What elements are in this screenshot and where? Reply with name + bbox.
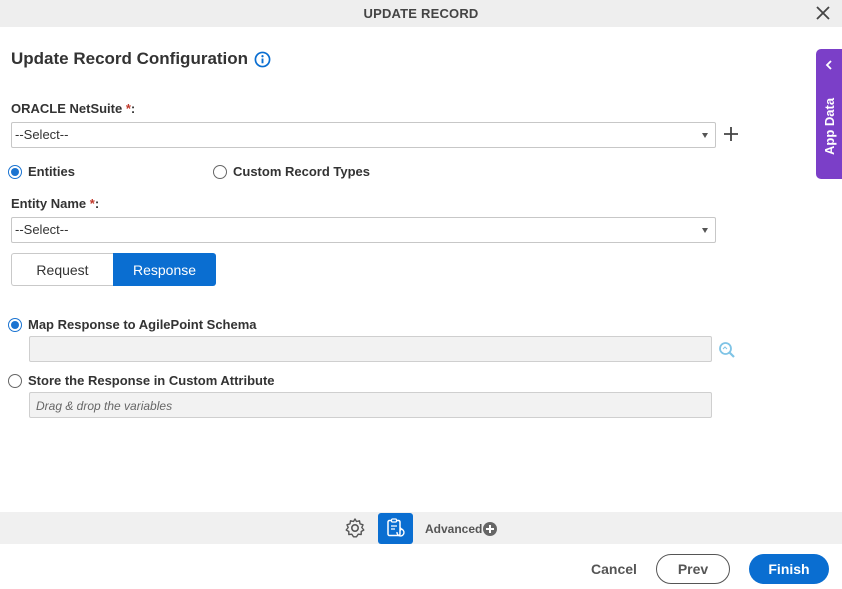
schema-field[interactable] [29, 336, 712, 362]
dialog-title: UPDATE RECORD [363, 6, 479, 21]
radio-custom-record-types-button[interactable] [213, 164, 227, 179]
entity-name-select[interactable]: --Select-- [11, 217, 716, 243]
radio-store-response[interactable]: Store the Response in Custom Attribute [8, 373, 275, 388]
bottom-toolbar [0, 512, 842, 544]
label-colon: : [94, 196, 100, 211]
oracle-netsuite-select[interactable]: --Select-- [11, 122, 716, 148]
prev-button[interactable]: Prev [656, 554, 730, 584]
page-title: Update Record Configuration [11, 49, 249, 68]
radio-custom-record-types-label: Custom Record Types [233, 164, 371, 179]
dialog-titlebar: UPDATE RECORD [0, 0, 842, 27]
oracle-netsuite-select-value: --Select-- [15, 127, 69, 142]
oracle-netsuite-label: ORACLE NetSuite *: [11, 101, 135, 116]
radio-map-response[interactable]: Map Response to AgilePoint Schema [8, 317, 257, 332]
dropdown-arrow-icon [702, 228, 708, 233]
gear-icon[interactable] [344, 517, 366, 539]
radio-entities[interactable]: Entities [8, 164, 75, 179]
radio-map-response-button[interactable] [8, 317, 22, 332]
request-response-tabs: Request Response [11, 253, 216, 286]
close-icon[interactable] [816, 6, 830, 20]
radio-custom-record-types[interactable]: Custom Record Types [213, 164, 370, 179]
entity-name-label: Entity Name *: [11, 196, 99, 211]
info-icon[interactable] [254, 51, 271, 68]
finish-button[interactable]: Finish [749, 554, 829, 584]
dropdown-arrow-icon [702, 133, 708, 138]
custom-attribute-field[interactable]: Drag & drop the variables [29, 392, 712, 418]
radio-store-response-label: Store the Response in Custom Attribute [28, 373, 275, 388]
entity-name-select-value: --Select-- [15, 222, 69, 237]
radio-entities-label: Entities [28, 164, 75, 179]
add-circle-icon[interactable] [483, 522, 497, 536]
tab-request[interactable]: Request [11, 253, 113, 286]
radio-map-response-label: Map Response to AgilePoint Schema [28, 317, 257, 332]
search-icon[interactable] [718, 341, 736, 359]
label-colon: : [130, 101, 136, 116]
entity-name-label-text: Entity Name [11, 196, 87, 211]
mapping-icon [387, 518, 405, 537]
data-mapping-button[interactable] [378, 513, 413, 544]
radio-entities-button[interactable] [8, 164, 22, 179]
tab-response[interactable]: Response [113, 253, 216, 286]
oracle-netsuite-label-text: ORACLE NetSuite [11, 101, 123, 116]
advanced-label[interactable]: Advanced [425, 522, 482, 536]
plus-icon[interactable] [723, 126, 739, 142]
cancel-button[interactable]: Cancel [584, 557, 644, 581]
radio-store-response-button[interactable] [8, 373, 22, 388]
app-data-label: App Data [822, 97, 837, 155]
chevron-left-icon[interactable] [824, 60, 834, 70]
app-data-panel-tab[interactable]: App Data [816, 49, 842, 179]
